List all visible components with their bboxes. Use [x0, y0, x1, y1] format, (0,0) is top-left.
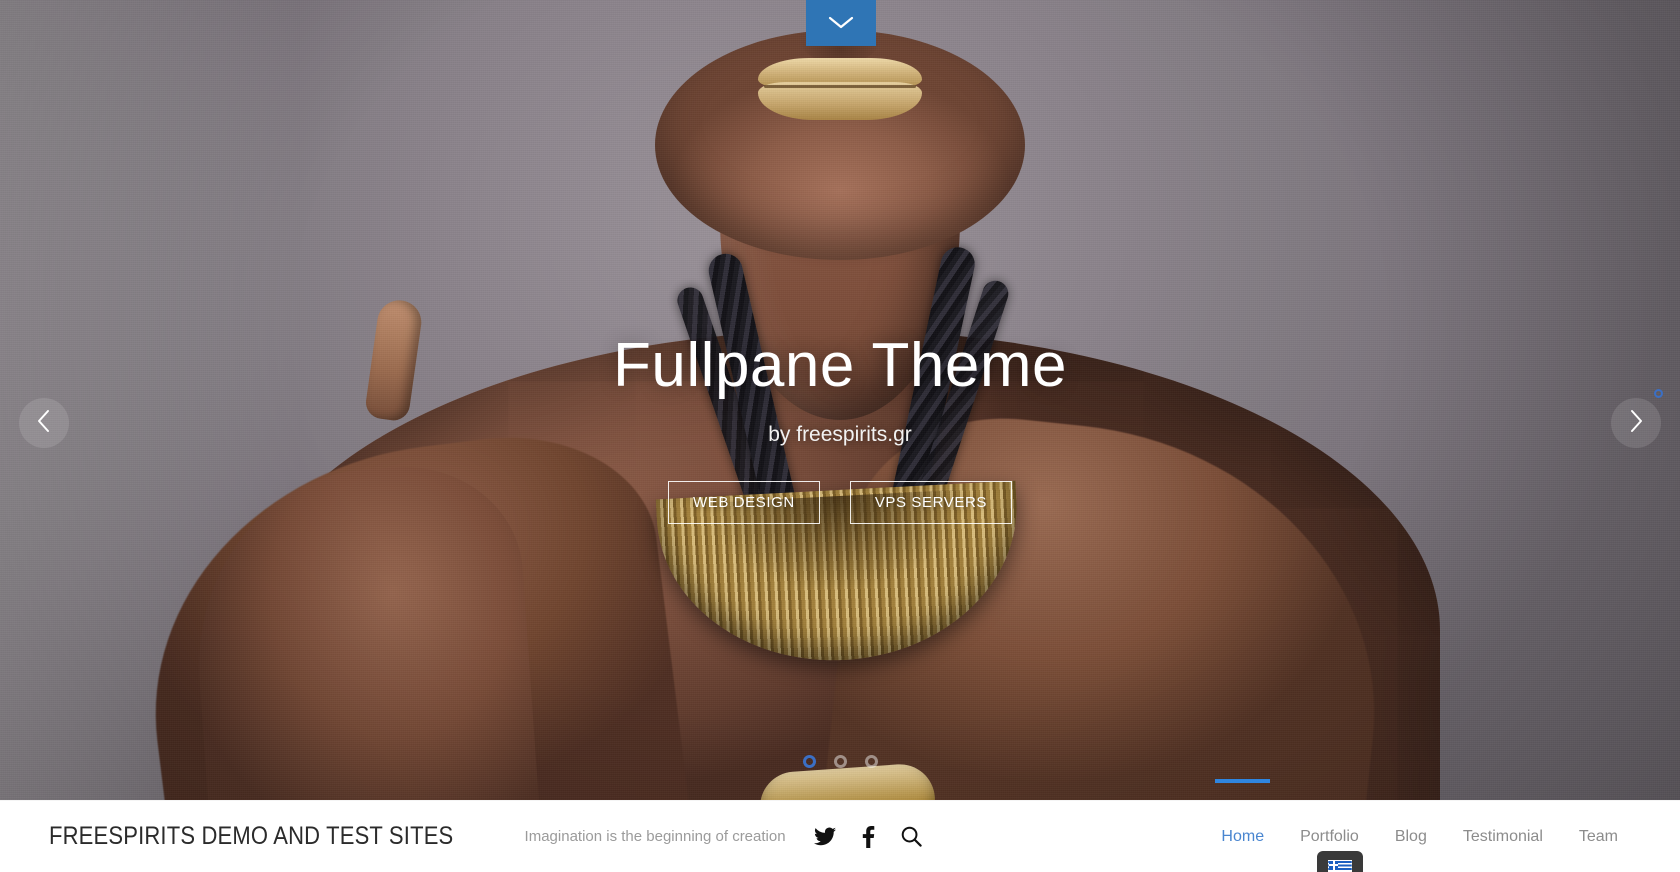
slider-dot-3[interactable] — [864, 755, 878, 768]
slider-pagination — [0, 755, 1680, 768]
nav-item-testimonial[interactable]: Testimonial — [1463, 804, 1543, 870]
hero-title: Fullpane Theme — [613, 331, 1067, 400]
twitter-icon[interactable] — [813, 827, 836, 846]
chevron-right-icon — [1628, 409, 1644, 438]
social-links — [813, 825, 922, 848]
site-brand-title[interactable]: FREESPIRITS DEMO AND TEST SITES — [49, 822, 453, 851]
main-navigation: Home Portfolio Blog Testimonial Team — [1215, 778, 1618, 872]
chevron-left-icon — [36, 409, 52, 438]
web-design-button[interactable]: WEB DESIGN — [667, 481, 820, 525]
facebook-icon[interactable] — [862, 825, 875, 848]
hero-subtitle: by freespirits.gr — [768, 423, 912, 447]
chevron-down-icon — [828, 16, 854, 30]
slider-dot-2[interactable] — [833, 755, 847, 768]
hero-content: Fullpane Theme by freespirits.gr WEB DES… — [0, 330, 1680, 525]
hero-slider: Fullpane Theme by freespirits.gr WEB DES… — [0, 0, 1680, 800]
slider-next-button[interactable] — [1611, 398, 1661, 448]
scroll-down-button[interactable] — [806, 0, 876, 46]
page-root: Fullpane Theme by freespirits.gr WEB DES… — [0, 0, 1680, 872]
greek-flag-canton — [1329, 860, 1339, 870]
hero-cta-group: WEB DESIGN VPS SERVERS — [0, 481, 1680, 525]
nav-item-home[interactable]: Home — [1215, 778, 1270, 870]
slider-corner-indicator — [1654, 389, 1663, 398]
slider-prev-button[interactable] — [19, 398, 69, 448]
bottom-header-bar: FREESPIRITS DEMO AND TEST SITES Imaginat… — [0, 778, 1680, 872]
slider-dot-1[interactable] — [802, 755, 816, 768]
language-tooltip[interactable] — [1317, 850, 1364, 872]
vps-servers-button[interactable]: VPS SERVERS — [849, 481, 1013, 525]
search-icon[interactable] — [901, 826, 922, 847]
site-tagline: Imagination is the beginning of creation — [524, 828, 786, 845]
nav-item-team[interactable]: Team — [1579, 804, 1618, 870]
greek-flag-icon — [1328, 859, 1353, 872]
nav-item-blog[interactable]: Blog — [1395, 804, 1427, 870]
